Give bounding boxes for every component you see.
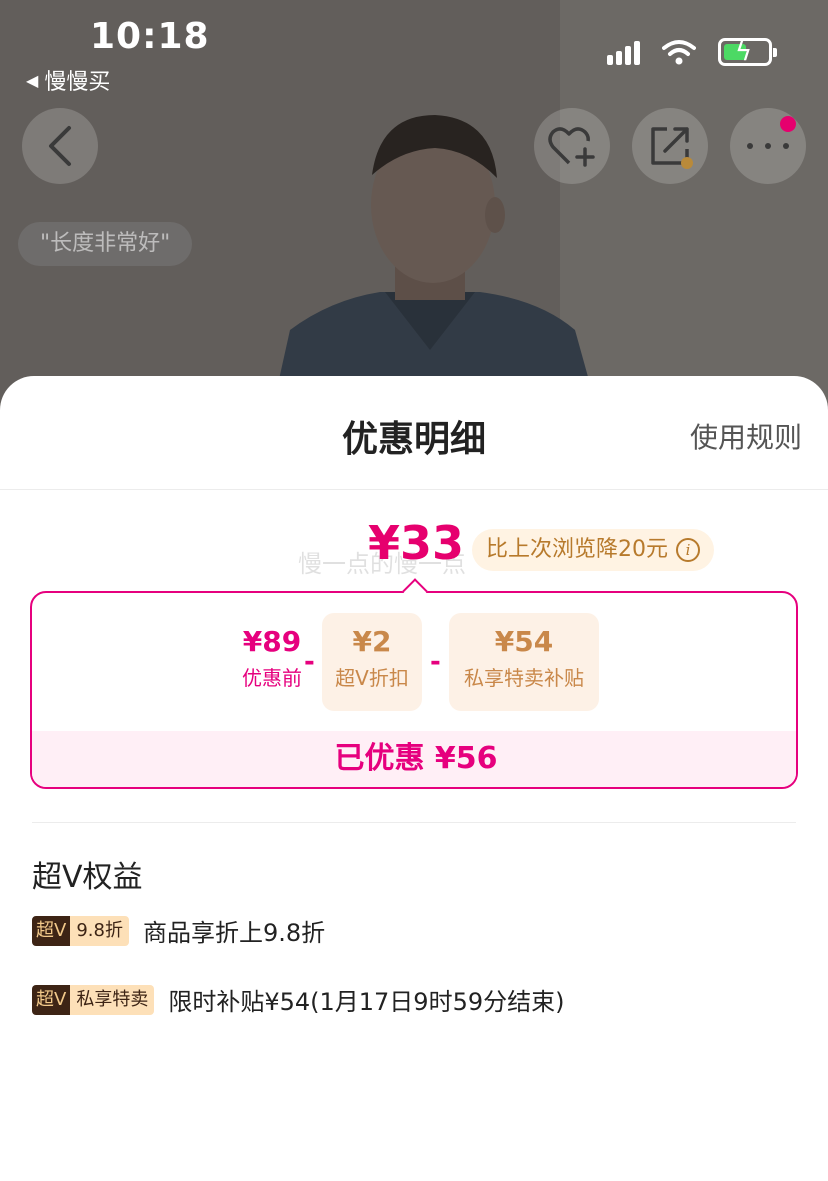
back-button[interactable]: [22, 108, 98, 184]
calc-item-super-v: ¥2 超V折扣: [322, 613, 422, 711]
share-icon: [651, 127, 693, 169]
total-saved-bar: 已优惠 ¥56: [32, 731, 796, 787]
chevron-left-icon: [49, 126, 71, 166]
battery-charging-icon: ϟ: [718, 37, 777, 67]
product-page-background: 10:18 ◀ 慢慢买 ϟ "长度非常好": [0, 0, 828, 420]
calc-items: ¥89 优惠前 - ¥2 超V折扣 - ¥54 私享特卖补贴: [32, 613, 796, 713]
back-to-app-link[interactable]: ◀ 慢慢买: [26, 64, 110, 96]
super-v-badge: 超V 私享特卖: [32, 984, 155, 1015]
price-drop-text: 比上次浏览降20元: [486, 537, 668, 562]
review-tag-bubble: "长度非常好": [18, 222, 193, 266]
usage-rules-link[interactable]: 使用规则: [690, 416, 802, 456]
divider: [32, 822, 796, 823]
benefit-row: 超V 私享特卖 限时补贴¥54(1月17日9时59分结束): [32, 982, 564, 1017]
back-app-label: 慢慢买: [44, 70, 111, 95]
status-icons: ϟ: [607, 37, 777, 67]
benefit-row: 超V 9.8折 商品享折上9.8折: [32, 913, 325, 948]
final-price: ¥33: [368, 516, 465, 570]
discount-detail-sheet: 优惠明细 使用规则 慢一点的慢一点 ¥33 比上次浏览降20元 i ¥89 优惠…: [0, 376, 828, 1181]
badge-left: 超V: [32, 984, 71, 1015]
super-v-badge: 超V 9.8折: [32, 915, 129, 946]
price-row: 慢一点的慢一点 ¥33 比上次浏览降20元 i: [0, 516, 828, 586]
benefit-text: 商品享折上9.8折: [142, 919, 326, 947]
benefits-title: 超V权益: [32, 860, 143, 895]
calc-label: 私享特卖补贴: [464, 666, 584, 690]
notification-dot: [780, 116, 796, 132]
price-drop-pill[interactable]: 比上次浏览降20元 i: [472, 529, 714, 571]
sheet-header: 优惠明细 使用规则: [0, 376, 828, 490]
badge-left: 超V: [32, 915, 71, 946]
calc-label: 超V折扣: [335, 666, 409, 690]
favorite-button[interactable]: [534, 108, 610, 184]
back-triangle-icon: ◀: [26, 70, 39, 90]
badge-right: 9.8折: [70, 915, 129, 946]
calc-amount: ¥2: [352, 625, 392, 658]
status-time: 10:18: [90, 16, 210, 57]
calc-item-private-subsidy: ¥54 私享特卖补贴: [449, 613, 599, 711]
more-button[interactable]: [730, 108, 806, 184]
minus-sign: -: [304, 647, 315, 677]
badge-right: 私享特卖: [70, 984, 155, 1015]
discount-calculation-box: ¥89 优惠前 - ¥2 超V折扣 - ¥54 私享特卖补贴 已优惠 ¥56: [30, 591, 798, 789]
benefit-text: 限时补贴¥54(1月17日9时59分结束): [168, 988, 565, 1016]
wifi-icon: [662, 40, 696, 65]
status-bar: 10:18 ◀ 慢慢买 ϟ: [0, 0, 828, 100]
share-button[interactable]: [632, 108, 708, 184]
heart-plus-icon: [548, 127, 595, 167]
cellular-signal-icon: [607, 39, 640, 65]
calc-amount: ¥54: [494, 625, 554, 658]
more-dots-icon: [747, 143, 789, 149]
minus-sign: -: [430, 647, 441, 677]
info-icon: i: [676, 538, 700, 562]
